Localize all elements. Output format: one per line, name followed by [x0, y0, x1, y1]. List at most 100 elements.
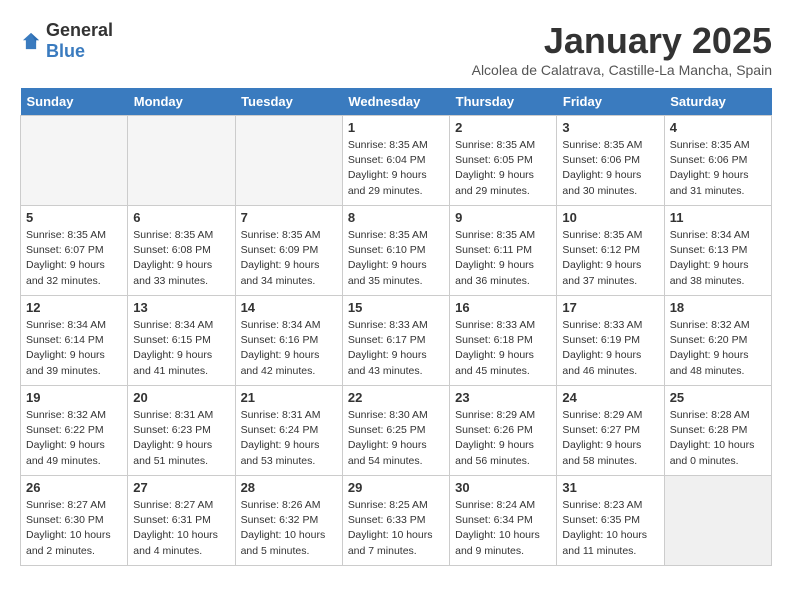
calendar-cell: [235, 116, 342, 206]
calendar-cell: 19 Sunrise: 8:32 AM Sunset: 6:22 PM Dayli…: [21, 386, 128, 476]
week-row-2: 5Sunrise: 8:35 AM Sunset: 6:07 PM Daylig…: [21, 206, 772, 296]
day-number: 22: [348, 390, 444, 405]
week-row-4: 19 Sunrise: 8:32 AM Sunset: 6:22 PM Dayli…: [21, 386, 772, 476]
day-info: Sunrise: 8:30 AM Sunset: 6:25 PM Dayligh…: [348, 408, 444, 469]
day-number: 3: [562, 120, 658, 135]
day-info: Sunrise: 8:24 AM Sunset: 6:34 PM Dayligh…: [455, 498, 551, 559]
day-number: 28: [241, 480, 337, 495]
day-info: Sunrise: 8:35 AM Sunset: 6:04 PM Dayligh…: [348, 138, 444, 199]
day-number: 30: [455, 480, 551, 495]
day-info: Sunrise: 8:27 AM Sunset: 6:30 PM Dayligh…: [26, 498, 122, 559]
page-subtitle: Alcolea de Calatrava, Castille-La Mancha…: [472, 62, 772, 78]
calendar-cell: 4 Sunrise: 8:35 AM Sunset: 6:06 PM Daylig…: [664, 116, 771, 206]
logo: General Blue: [20, 20, 113, 62]
day-number: 20: [133, 390, 229, 405]
day-number: 15: [348, 300, 444, 315]
calendar-cell: 7Sunrise: 8:35 AM Sunset: 6:09 PM Daylig…: [235, 206, 342, 296]
week-row-1: 1 Sunrise: 8:35 AM Sunset: 6:04 PM Daylig…: [21, 116, 772, 206]
day-number: 31: [562, 480, 658, 495]
header-row: SundayMondayTuesdayWednesdayThursdayFrid…: [21, 88, 772, 116]
calendar-cell: 30 Sunrise: 8:24 AM Sunset: 6:34 PM Dayli…: [450, 476, 557, 566]
day-number: 5: [26, 210, 122, 225]
calendar-cell: [664, 476, 771, 566]
calendar-cell: 11 Sunrise: 8:34 AM Sunset: 6:13 PM Dayli…: [664, 206, 771, 296]
column-header-friday: Friday: [557, 88, 664, 116]
day-info: Sunrise: 8:25 AM Sunset: 6:33 PM Dayligh…: [348, 498, 444, 559]
calendar-cell: [21, 116, 128, 206]
day-info: Sunrise: 8:33 AM Sunset: 6:19 PM Dayligh…: [562, 318, 658, 379]
column-header-thursday: Thursday: [450, 88, 557, 116]
day-info: Sunrise: 8:34 AM Sunset: 6:16 PM Dayligh…: [241, 318, 337, 379]
page-title: January 2025: [472, 20, 772, 62]
calendar-cell: [128, 116, 235, 206]
day-number: 24: [562, 390, 658, 405]
day-number: 21: [241, 390, 337, 405]
day-info: Sunrise: 8:34 AM Sunset: 6:15 PM Dayligh…: [133, 318, 229, 379]
column-header-sunday: Sunday: [21, 88, 128, 116]
day-number: 27: [133, 480, 229, 495]
calendar-cell: 26 Sunrise: 8:27 AM Sunset: 6:30 PM Dayli…: [21, 476, 128, 566]
day-number: 11: [670, 210, 766, 225]
calendar-cell: 15 Sunrise: 8:33 AM Sunset: 6:17 PM Dayli…: [342, 296, 449, 386]
calendar-cell: 12 Sunrise: 8:34 AM Sunset: 6:14 PM Dayli…: [21, 296, 128, 386]
day-info: Sunrise: 8:34 AM Sunset: 6:13 PM Dayligh…: [670, 228, 766, 289]
column-header-saturday: Saturday: [664, 88, 771, 116]
day-info: Sunrise: 8:33 AM Sunset: 6:18 PM Dayligh…: [455, 318, 551, 379]
logo-icon: [20, 30, 42, 52]
day-info: Sunrise: 8:33 AM Sunset: 6:17 PM Dayligh…: [348, 318, 444, 379]
day-number: 10: [562, 210, 658, 225]
day-number: 23: [455, 390, 551, 405]
day-number: 4: [670, 120, 766, 135]
day-number: 6: [133, 210, 229, 225]
day-number: 29: [348, 480, 444, 495]
day-info: Sunrise: 8:29 AM Sunset: 6:26 PM Dayligh…: [455, 408, 551, 469]
day-number: 14: [241, 300, 337, 315]
calendar-cell: 23 Sunrise: 8:29 AM Sunset: 6:26 PM Dayli…: [450, 386, 557, 476]
day-number: 1: [348, 120, 444, 135]
day-info: Sunrise: 8:32 AM Sunset: 6:22 PM Dayligh…: [26, 408, 122, 469]
calendar-cell: 14 Sunrise: 8:34 AM Sunset: 6:16 PM Dayli…: [235, 296, 342, 386]
day-number: 26: [26, 480, 122, 495]
calendar-cell: 28 Sunrise: 8:26 AM Sunset: 6:32 PM Dayli…: [235, 476, 342, 566]
day-info: Sunrise: 8:34 AM Sunset: 6:14 PM Dayligh…: [26, 318, 122, 379]
calendar-cell: 8Sunrise: 8:35 AM Sunset: 6:10 PM Daylig…: [342, 206, 449, 296]
calendar-cell: 20 Sunrise: 8:31 AM Sunset: 6:23 PM Dayli…: [128, 386, 235, 476]
header: General Blue January 2025 Alcolea de Cal…: [20, 20, 772, 78]
day-info: Sunrise: 8:31 AM Sunset: 6:23 PM Dayligh…: [133, 408, 229, 469]
day-info: Sunrise: 8:23 AM Sunset: 6:35 PM Dayligh…: [562, 498, 658, 559]
day-info: Sunrise: 8:31 AM Sunset: 6:24 PM Dayligh…: [241, 408, 337, 469]
day-info: Sunrise: 8:35 AM Sunset: 6:06 PM Dayligh…: [670, 138, 766, 199]
day-info: Sunrise: 8:29 AM Sunset: 6:27 PM Dayligh…: [562, 408, 658, 469]
logo-general: General: [46, 20, 113, 40]
column-header-tuesday: Tuesday: [235, 88, 342, 116]
day-info: Sunrise: 8:35 AM Sunset: 6:09 PM Dayligh…: [241, 228, 337, 289]
column-header-monday: Monday: [128, 88, 235, 116]
day-number: 13: [133, 300, 229, 315]
day-info: Sunrise: 8:35 AM Sunset: 6:12 PM Dayligh…: [562, 228, 658, 289]
day-info: Sunrise: 8:35 AM Sunset: 6:10 PM Dayligh…: [348, 228, 444, 289]
day-number: 17: [562, 300, 658, 315]
day-number: 19: [26, 390, 122, 405]
day-info: Sunrise: 8:35 AM Sunset: 6:11 PM Dayligh…: [455, 228, 551, 289]
column-header-wednesday: Wednesday: [342, 88, 449, 116]
calendar-cell: 27Sunrise: 8:27 AM Sunset: 6:31 PM Dayli…: [128, 476, 235, 566]
day-info: Sunrise: 8:26 AM Sunset: 6:32 PM Dayligh…: [241, 498, 337, 559]
logo-blue: Blue: [46, 41, 85, 61]
day-info: Sunrise: 8:35 AM Sunset: 6:08 PM Dayligh…: [133, 228, 229, 289]
calendar-cell: 18 Sunrise: 8:32 AM Sunset: 6:20 PM Dayli…: [664, 296, 771, 386]
day-number: 25: [670, 390, 766, 405]
day-info: Sunrise: 8:32 AM Sunset: 6:20 PM Dayligh…: [670, 318, 766, 379]
day-number: 12: [26, 300, 122, 315]
calendar-cell: 31 Sunrise: 8:23 AM Sunset: 6:35 PM Dayli…: [557, 476, 664, 566]
calendar-cell: 6 Sunrise: 8:35 AM Sunset: 6:08 PM Daylig…: [128, 206, 235, 296]
day-number: 9: [455, 210, 551, 225]
calendar-cell: 2Sunrise: 8:35 AM Sunset: 6:05 PM Daylig…: [450, 116, 557, 206]
calendar-cell: 13 Sunrise: 8:34 AM Sunset: 6:15 PM Dayli…: [128, 296, 235, 386]
calendar-cell: 5Sunrise: 8:35 AM Sunset: 6:07 PM Daylig…: [21, 206, 128, 296]
day-number: 18: [670, 300, 766, 315]
calendar-cell: 22 Sunrise: 8:30 AM Sunset: 6:25 PM Dayli…: [342, 386, 449, 476]
calendar-cell: 24 Sunrise: 8:29 AM Sunset: 6:27 PM Dayli…: [557, 386, 664, 476]
day-info: Sunrise: 8:35 AM Sunset: 6:05 PM Dayligh…: [455, 138, 551, 199]
title-area: January 2025 Alcolea de Calatrava, Casti…: [472, 20, 772, 78]
calendar-table: SundayMondayTuesdayWednesdayThursdayFrid…: [20, 88, 772, 566]
